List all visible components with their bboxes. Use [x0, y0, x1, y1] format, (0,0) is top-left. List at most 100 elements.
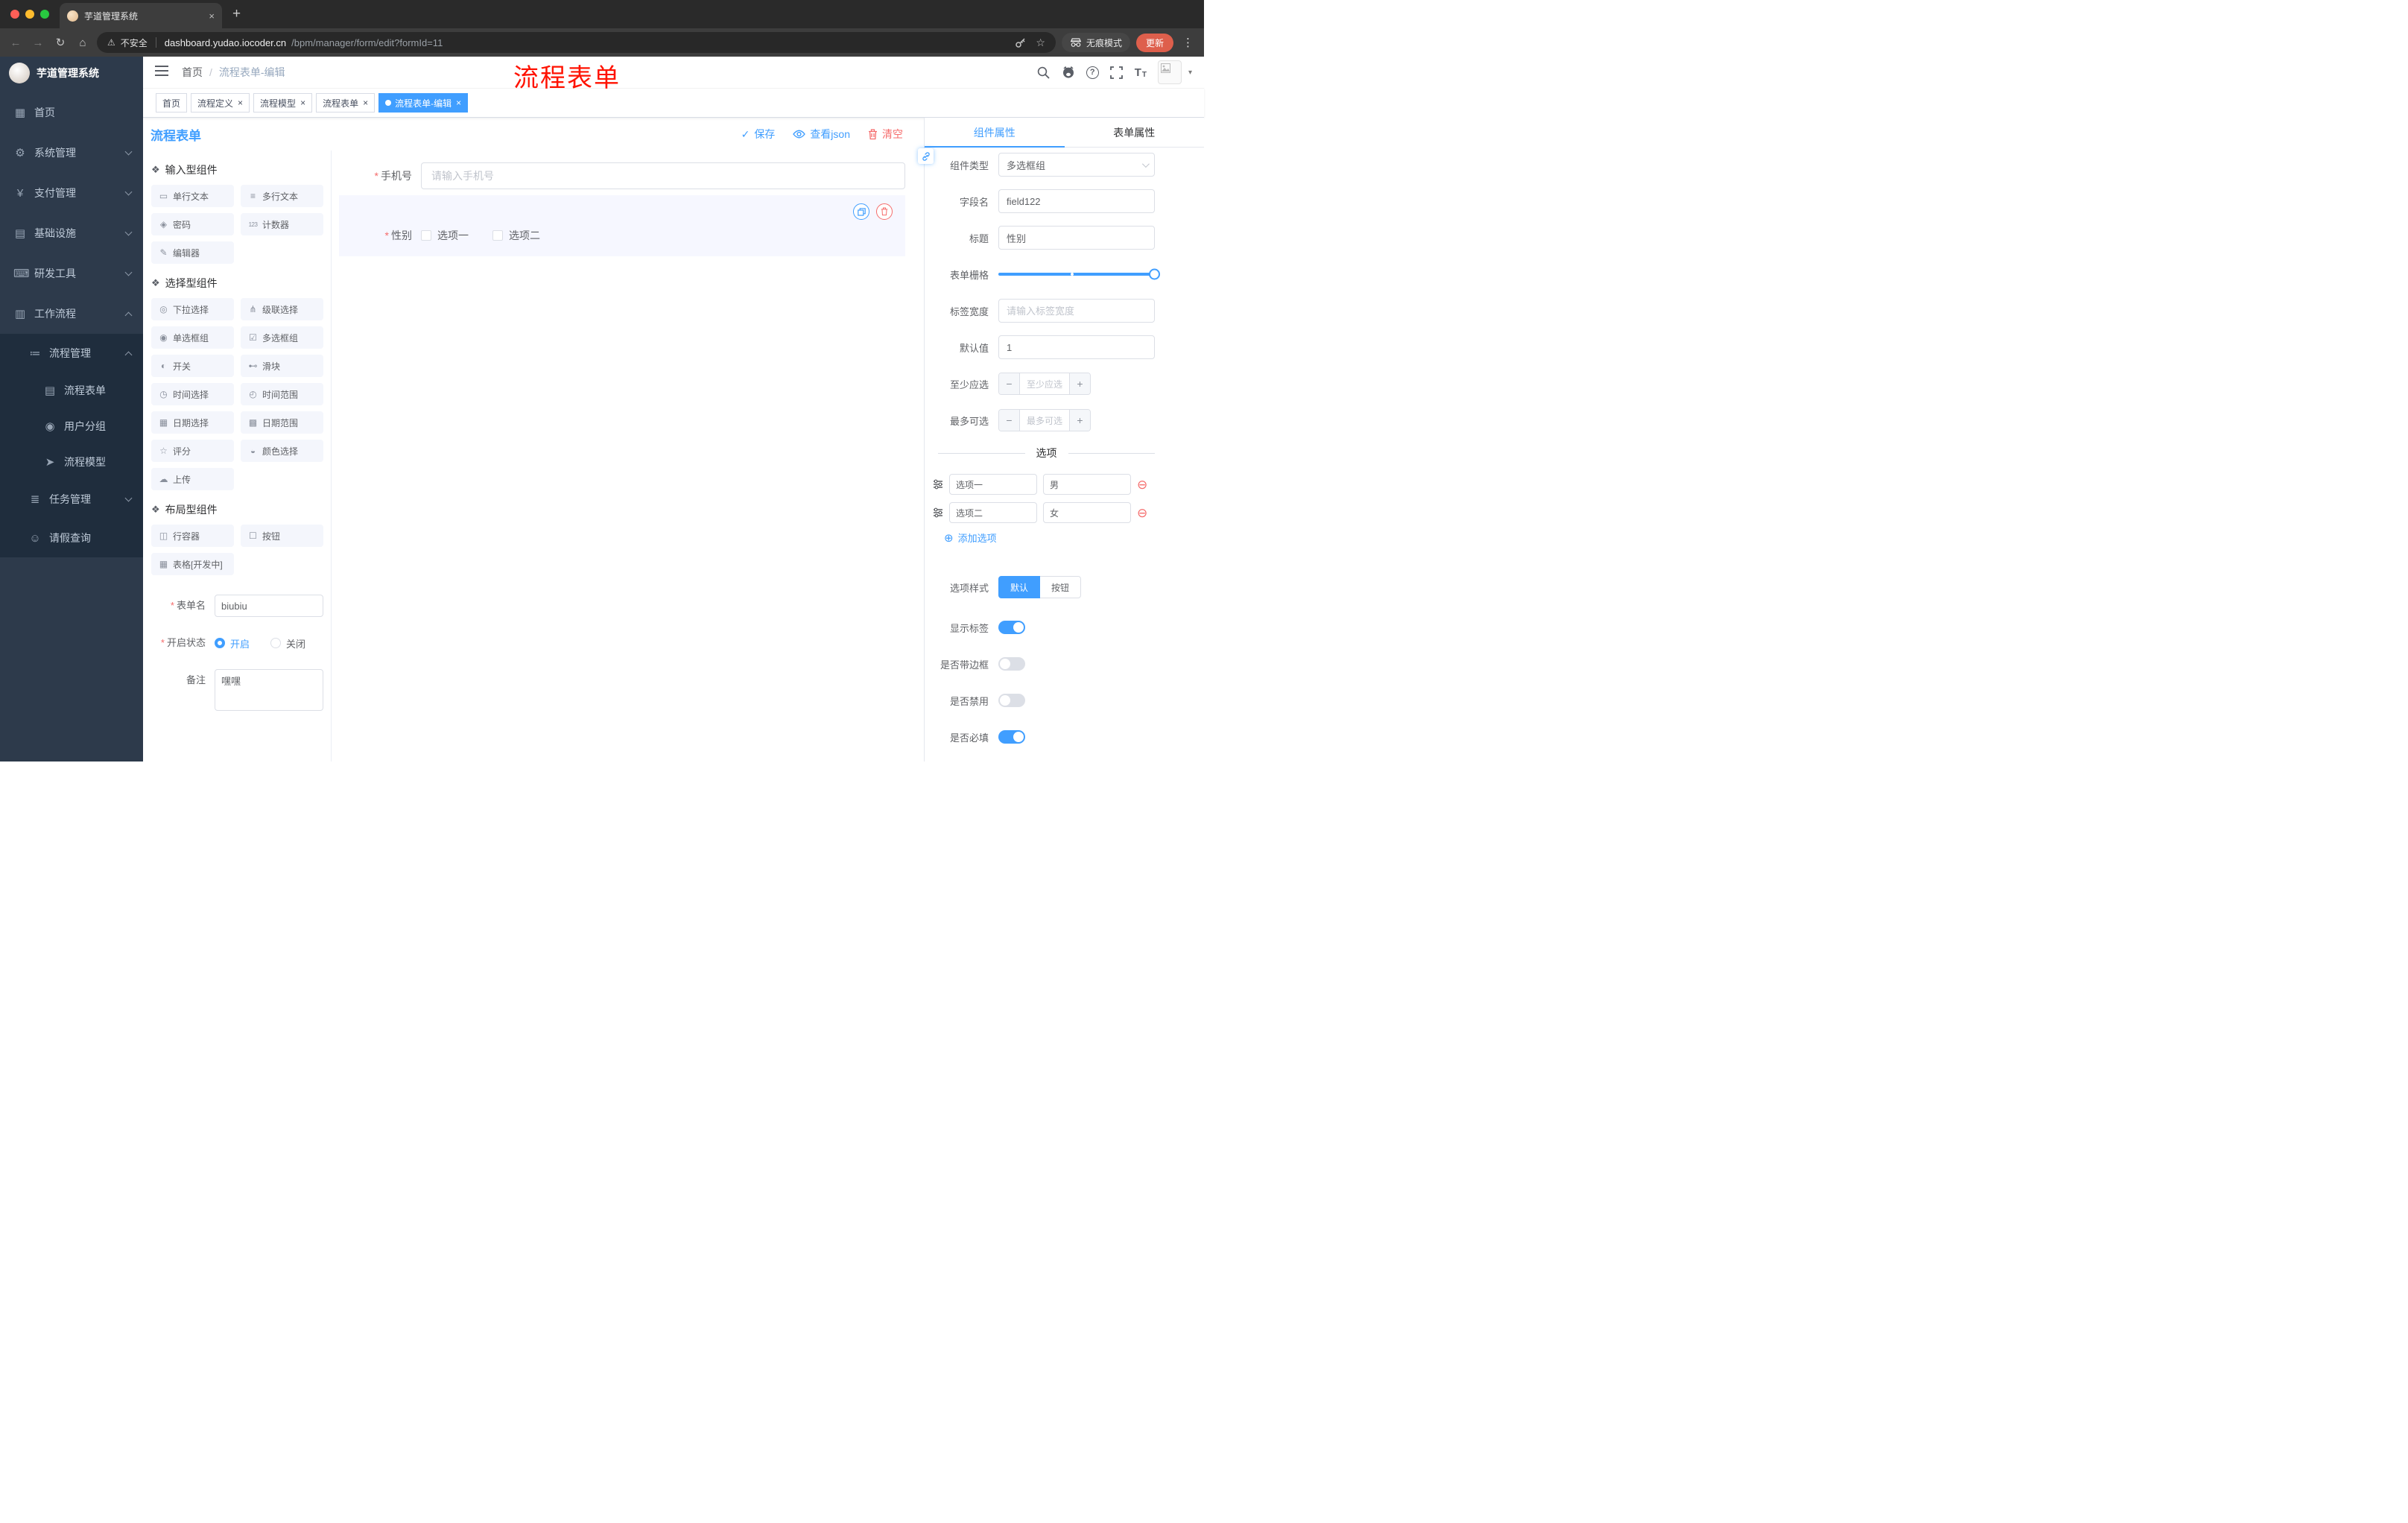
- browser-update-button[interactable]: 更新: [1135, 33, 1173, 52]
- add-option-link[interactable]: ⊕ 添加选项: [944, 531, 1155, 545]
- sidebar-item-workflow[interactable]: ▥ 工作流程: [0, 294, 143, 334]
- tab-close-icon[interactable]: ×: [209, 10, 215, 22]
- form-remark-textarea[interactable]: 嘿嘿: [215, 669, 323, 711]
- github-icon[interactable]: [1062, 66, 1075, 79]
- link-toggle-button[interactable]: [918, 148, 934, 164]
- sidebar-item-home[interactable]: ▦ 首页: [0, 92, 143, 133]
- tab-component-props[interactable]: 组件属性: [925, 118, 1065, 148]
- address-bar[interactable]: ⚠ 不安全 dashboard.yudao.iocoder.cn/bpm/man…: [97, 32, 1056, 53]
- decrease-button[interactable]: −: [999, 373, 1020, 394]
- copy-component-button[interactable]: [853, 203, 869, 220]
- min-select-value[interactable]: 至少应选: [1020, 373, 1069, 394]
- component-single-line-text[interactable]: ▭ 单行文本: [151, 185, 234, 207]
- border-switch[interactable]: [998, 657, 1025, 671]
- sidebar-item-devtools[interactable]: ⌨ 研发工具: [0, 253, 143, 294]
- gender-option1-checkbox[interactable]: 选项一: [421, 228, 469, 243]
- tag-home[interactable]: 首页: [156, 93, 188, 113]
- gender-option2-checkbox[interactable]: 选项二: [492, 228, 540, 243]
- tag-close-icon[interactable]: ×: [456, 98, 461, 108]
- delete-component-button[interactable]: [876, 203, 893, 220]
- component-radio-group[interactable]: ◉ 单选框组: [151, 326, 234, 349]
- window-minimize-button[interactable]: [25, 10, 34, 19]
- title-input[interactable]: [998, 226, 1155, 250]
- new-tab-button[interactable]: +: [232, 6, 241, 22]
- increase-button[interactable]: +: [1069, 373, 1090, 394]
- label-width-input[interactable]: [998, 299, 1155, 323]
- browser-tab[interactable]: 芋道管理系统 ×: [60, 3, 222, 28]
- slider-handle[interactable]: [1149, 268, 1160, 280]
- back-button[interactable]: ←: [7, 37, 24, 49]
- tab-form-props[interactable]: 表单属性: [1065, 118, 1205, 147]
- component-color-picker[interactable]: ◒ 颜色选择: [241, 440, 323, 462]
- component-slider[interactable]: ⊷ 滑块: [241, 355, 323, 377]
- tag-close-icon[interactable]: ×: [363, 98, 368, 108]
- reload-button[interactable]: ↻: [52, 36, 69, 49]
- password-key-icon[interactable]: [1013, 36, 1027, 49]
- default-value-input[interactable]: [998, 335, 1155, 359]
- phone-field[interactable]: * 手机号: [339, 162, 905, 189]
- tag-process-form[interactable]: 流程表单 ×: [316, 93, 376, 113]
- tag-close-icon[interactable]: ×: [238, 98, 243, 108]
- sidebar-item-process-mgmt[interactable]: ≔ 流程管理: [0, 334, 143, 373]
- remove-option-icon[interactable]: ⊖: [1137, 507, 1147, 519]
- max-select-value[interactable]: 最多可选: [1020, 410, 1069, 431]
- sidebar-item-user-group[interactable]: ◉ 用户分组: [0, 408, 143, 444]
- form-name-input[interactable]: [215, 595, 323, 617]
- search-icon[interactable]: [1037, 66, 1051, 79]
- style-button-button[interactable]: 按钮: [1040, 576, 1082, 598]
- status-on-radio[interactable]: 开启: [215, 636, 250, 650]
- component-switch[interactable]: ◐ 开关: [151, 355, 234, 377]
- component-table[interactable]: ▦ 表格[开发中]: [151, 553, 234, 575]
- component-rate[interactable]: ☆ 评分: [151, 440, 234, 462]
- component-password[interactable]: ◈ 密码: [151, 213, 234, 235]
- sidebar-item-infra[interactable]: ▤ 基础设施: [0, 213, 143, 253]
- browser-menu-icon[interactable]: ⋮: [1179, 36, 1197, 49]
- decrease-button[interactable]: −: [999, 410, 1020, 431]
- component-date-picker[interactable]: ▦ 日期选择: [151, 411, 234, 434]
- option-name-input[interactable]: [949, 474, 1037, 495]
- component-upload[interactable]: ☁ 上传: [151, 468, 234, 490]
- sidebar-item-process-model[interactable]: ➤ 流程模型: [0, 444, 143, 480]
- font-size-icon[interactable]: TT: [1135, 66, 1147, 79]
- style-default-button[interactable]: 默认: [998, 576, 1041, 598]
- increase-button[interactable]: +: [1069, 410, 1090, 431]
- component-button[interactable]: ☐ 按钮: [241, 525, 323, 547]
- sidebar-item-process-form[interactable]: ▤ 流程表单: [0, 373, 143, 408]
- save-button[interactable]: ✓ 保存: [741, 127, 776, 142]
- bookmark-star-icon[interactable]: ☆: [1036, 37, 1045, 49]
- clear-button[interactable]: 清空: [868, 127, 903, 142]
- disabled-switch[interactable]: [998, 694, 1025, 707]
- forward-button[interactable]: →: [30, 37, 46, 49]
- sidebar-item-leave-query[interactable]: ☺ 请假查询: [0, 519, 143, 557]
- window-zoom-button[interactable]: [40, 10, 49, 19]
- component-multi-line-text[interactable]: ≡ 多行文本: [241, 185, 323, 207]
- breadcrumb-home[interactable]: 首页: [182, 65, 203, 80]
- component-editor[interactable]: ✎ 编辑器: [151, 241, 234, 264]
- grid-slider[interactable]: [998, 268, 1160, 280]
- component-cascader[interactable]: ⋔ 级联选择: [241, 298, 323, 320]
- security-label[interactable]: 不安全: [121, 37, 148, 49]
- home-button[interactable]: ⌂: [75, 37, 91, 49]
- window-close-button[interactable]: [10, 10, 19, 19]
- sidebar-item-system[interactable]: ⚙ 系统管理: [0, 133, 143, 173]
- sidebar-item-payment[interactable]: ¥ 支付管理: [0, 173, 143, 213]
- tag-process-definition[interactable]: 流程定义 ×: [191, 93, 250, 113]
- drag-handle-icon[interactable]: [933, 479, 943, 490]
- show-label-switch[interactable]: [998, 621, 1025, 634]
- fullscreen-icon[interactable]: [1110, 66, 1124, 79]
- field-name-input[interactable]: [998, 189, 1155, 213]
- option-value-input[interactable]: [1043, 502, 1131, 523]
- option-value-input[interactable]: [1043, 474, 1131, 495]
- status-off-radio[interactable]: 关闭: [270, 636, 305, 650]
- remove-option-icon[interactable]: ⊖: [1137, 478, 1147, 491]
- component-time-picker[interactable]: ◷ 时间选择: [151, 383, 234, 405]
- component-row-container[interactable]: ◫ 行容器: [151, 525, 234, 547]
- required-switch[interactable]: [998, 730, 1025, 744]
- component-checkbox-group[interactable]: ☑ 多选框组: [241, 326, 323, 349]
- view-json-button[interactable]: 查看json: [793, 127, 850, 142]
- gender-field-selected[interactable]: * 性别 选项一 选项二: [339, 195, 905, 256]
- component-date-range[interactable]: ▩ 日期范围: [241, 411, 323, 434]
- tag-close-icon[interactable]: ×: [300, 98, 305, 108]
- tag-process-model[interactable]: 流程模型 ×: [253, 93, 313, 113]
- component-dropdown[interactable]: ◎ 下拉选择: [151, 298, 234, 320]
